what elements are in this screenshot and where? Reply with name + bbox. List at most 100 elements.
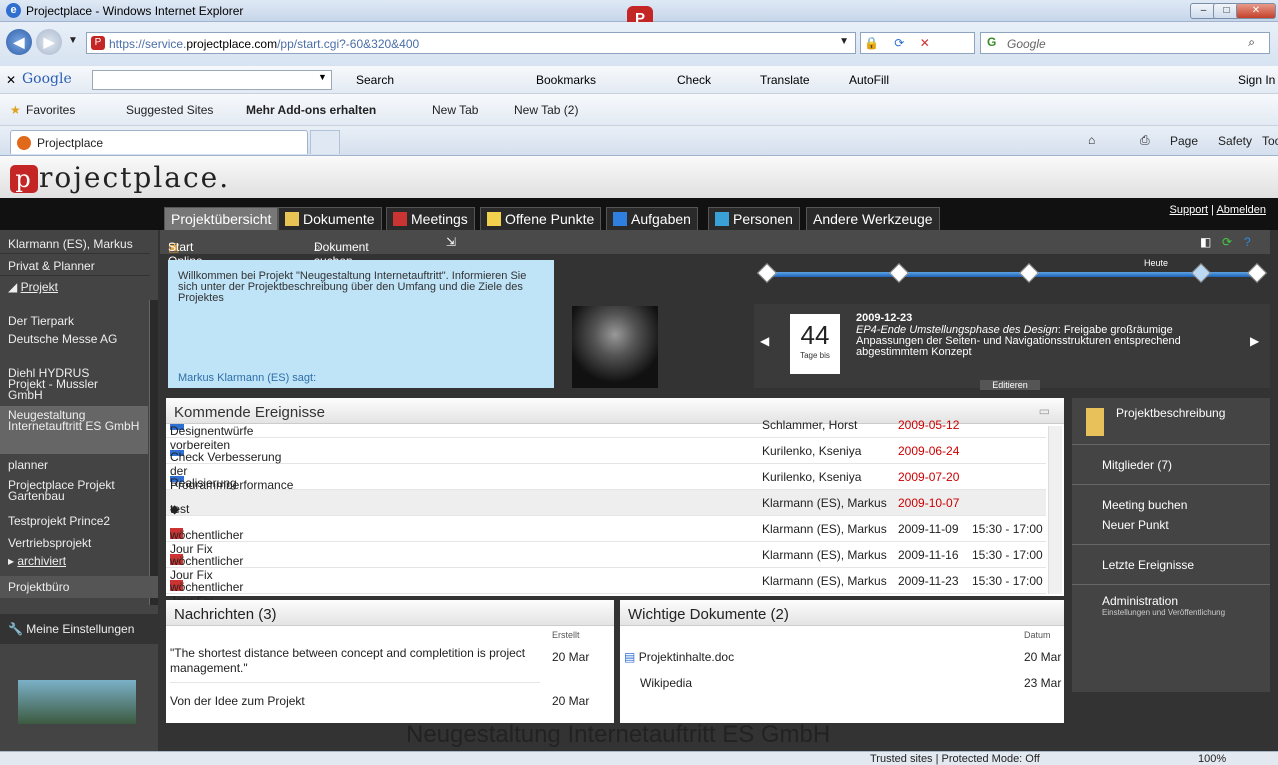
sidebar-item-diehl[interactable]: Diehl HYDRUS Projekt - Mussler GmbH xyxy=(0,367,130,401)
event-row[interactable]: Designentwürfe vorbereiten Schlammer, Hor… xyxy=(166,412,1046,452)
event-row[interactable]: wöchentlicher Jour FixKlarmann (ES), Mar… xyxy=(166,516,1046,556)
book-meeting-link[interactable]: Meeting buchen xyxy=(1072,498,1270,512)
document-item[interactable]: Wikipedia xyxy=(640,676,692,690)
divider xyxy=(1072,484,1270,485)
address-bar[interactable]: P https://service.projectplace.com/pp/st… xyxy=(86,32,856,54)
search-placeholder: Google xyxy=(1007,37,1046,51)
recent-events-link[interactable]: Letzte Ereignisse xyxy=(1072,558,1270,572)
sidebar-item-gartenbau[interactable]: Projectplace Projekt Gartenbau xyxy=(0,479,140,502)
refresh-icon[interactable]: ⟳ xyxy=(894,36,904,50)
tab-meetings[interactable]: Meetings xyxy=(386,207,475,230)
event-row[interactable]: wöchentlicher Jour FixKlarmann (ES), Mar… xyxy=(166,542,1046,582)
history-dropdown-icon[interactable]: ▼ xyxy=(68,35,78,46)
new-tab-button[interactable] xyxy=(310,130,340,154)
document-item[interactable]: ▤ Projektinhalte.doc xyxy=(624,650,734,664)
event-row[interactable]: Realisierung BarrierefreiheitKurilenko, … xyxy=(166,464,1046,504)
google-search-dropdown-icon[interactable]: ▼ xyxy=(318,72,327,82)
event-date: 2009-05-12 xyxy=(898,418,960,432)
sidebar-projekt-toggle[interactable]: ◢ Projekt xyxy=(0,280,150,294)
news-item[interactable]: Von der Idee zum Projekt xyxy=(170,694,540,708)
sidebar-privat-planner[interactable]: Privat & Planner xyxy=(0,256,150,276)
milestone-marker[interactable] xyxy=(1019,263,1039,283)
security-zone[interactable]: Trusted sites | Protected Mode: Off xyxy=(870,753,1040,765)
addons-link[interactable]: Mehr Add-ons erhalten xyxy=(246,103,376,117)
members-link[interactable]: Mitglieder (7) xyxy=(1072,458,1270,472)
refresh-feed-icon[interactable]: ⟳ xyxy=(1222,235,1232,249)
support-link[interactable]: Support xyxy=(1170,204,1209,216)
check-button[interactable]: Check xyxy=(677,73,711,87)
edit-milestone-button[interactable]: Editieren xyxy=(980,380,1040,390)
back-button[interactable]: ◀ xyxy=(6,29,32,55)
sidebar-item-neugestaltung[interactable]: Neugestaltung Internetauftritt ES GmbH xyxy=(0,406,148,454)
newtab-link[interactable]: New Tab xyxy=(432,103,478,117)
browser-tab[interactable]: Projectplace xyxy=(10,130,308,154)
milestone-marker-selected[interactable] xyxy=(1191,263,1211,283)
logout-link[interactable]: Abmelden xyxy=(1216,204,1266,216)
google-search-button[interactable]: Search xyxy=(356,73,394,87)
sidebar-scrollbar[interactable] xyxy=(149,300,158,605)
view-icon[interactable]: ◧ xyxy=(1200,235,1211,249)
documents-panel: Wichtige Dokumente (2) Datum ▤ Projektin… xyxy=(620,600,1064,723)
tab-personen[interactable]: Personen xyxy=(708,207,800,230)
tab-dokumente[interactable]: Dokumente xyxy=(278,207,382,230)
sidebar-user[interactable]: Klarmann (ES), Markus xyxy=(0,234,150,254)
people-icon xyxy=(715,212,729,226)
previous-milestone-icon[interactable]: ◀ xyxy=(760,334,769,348)
search-box[interactable]: G Google ⌕ xyxy=(980,32,1270,54)
milestone-marker[interactable] xyxy=(889,263,909,283)
sidebar-settings[interactable]: 🔧 Meine Einstellungen xyxy=(0,614,158,644)
tools-menu[interactable]: Tools xyxy=(1262,134,1278,148)
news-item[interactable]: "The shortest distance between concept a… xyxy=(170,646,540,683)
folder-icon xyxy=(1086,408,1104,436)
newtab2-link[interactable]: New Tab (2) xyxy=(514,103,578,117)
stop-icon[interactable]: ✕ xyxy=(920,36,930,50)
address-dropdown-icon[interactable]: ▼ xyxy=(839,36,849,47)
event-row[interactable]: wöchentlicher Jour FixKlarmann (ES), Mar… xyxy=(166,568,1046,608)
tab-offene-punkte[interactable]: Offene Punkte xyxy=(480,207,602,230)
safety-menu[interactable]: Safety xyxy=(1218,134,1252,148)
new-item-link[interactable]: Neuer Punkt xyxy=(1072,518,1270,532)
event-person: Klarmann (ES), Markus xyxy=(762,496,887,510)
news-date: 20 Mar xyxy=(552,650,590,664)
forward-button[interactable]: ▶ xyxy=(36,29,62,55)
sidebar-item-vertrieb[interactable]: Vertriebsprojekt xyxy=(0,536,150,550)
lock-icon[interactable]: 🔒 xyxy=(864,36,879,50)
event-row[interactable]: ◆ test Klarmann (ES), Markus 2009-10-07 xyxy=(166,490,1046,516)
zoom-level[interactable]: 100% xyxy=(1198,753,1226,765)
events-scrollbar[interactable] xyxy=(1048,426,1062,594)
autofill-button[interactable]: AutoFill xyxy=(849,73,889,87)
signin-button[interactable]: Sign In xyxy=(1238,73,1275,87)
milestone-marker[interactable] xyxy=(757,263,777,283)
event-row[interactable]: Check Verbesserung der Programmperforman… xyxy=(166,438,1046,492)
sidebar-item-tierpark[interactable]: Der Tierpark xyxy=(0,314,150,328)
tab-aufgaben[interactable]: Aufgaben xyxy=(606,207,698,230)
close-button[interactable]: ✕ xyxy=(1236,3,1276,19)
sidebar-item-planner[interactable]: planner xyxy=(0,458,150,472)
sidebar-item-prince2[interactable]: Testprojekt Prince2 xyxy=(0,514,150,528)
help-icon[interactable]: ? xyxy=(1244,235,1251,249)
event-date: 2009-07-20 xyxy=(898,470,960,484)
google-close-icon[interactable]: ✕ xyxy=(6,73,16,87)
suggested-sites-link[interactable]: Suggested Sites xyxy=(126,103,213,117)
search-icon[interactable]: ⌕ xyxy=(1248,35,1255,50)
milestone-marker[interactable] xyxy=(1247,263,1267,283)
administration-link[interactable]: Administration xyxy=(1072,594,1270,608)
sidebar-item-messe[interactable]: Deutsche Messe AG xyxy=(0,333,130,345)
favorites-star-icon: ★ xyxy=(10,103,21,117)
tab-andere-werkzeuge[interactable]: Andere Werkzeuge xyxy=(806,207,940,230)
export-icon[interactable]: ⇲ xyxy=(446,235,456,249)
tab-projektuebersicht[interactable]: Projektübersicht xyxy=(164,207,279,230)
print-icon[interactable]: ⎙ xyxy=(1140,133,1150,148)
sub-toolbar: ▣ Start Online-Meeting ⌕ Dokument suchen… xyxy=(160,230,1270,282)
sidebar-archiviert[interactable]: ▸ archiviert xyxy=(0,554,150,568)
news-date: 20 Mar xyxy=(552,694,590,708)
projectplace-logo[interactable]: p rojectplace. xyxy=(10,161,230,194)
favorites-button[interactable]: Favorites xyxy=(26,103,75,117)
next-milestone-icon[interactable]: ▶ xyxy=(1250,334,1259,348)
google-search-input[interactable] xyxy=(92,70,332,90)
page-menu[interactable]: Page xyxy=(1170,134,1198,148)
home-icon[interactable]: ⌂ xyxy=(1088,133,1095,147)
bookmarks-button[interactable]: Bookmarks xyxy=(536,73,596,87)
sidebar-projektbuero[interactable]: Projektbüro xyxy=(0,576,158,598)
translate-button[interactable]: Translate xyxy=(760,73,810,87)
